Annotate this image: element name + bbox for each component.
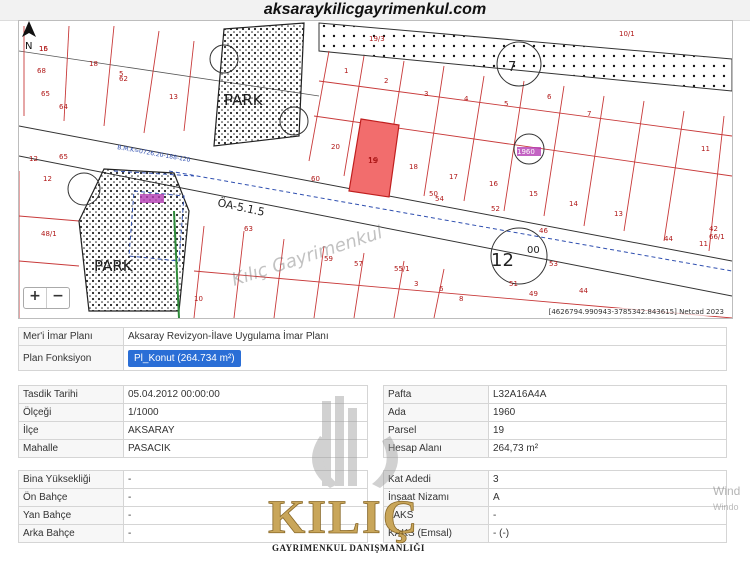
parcel-number-label: 8 xyxy=(459,295,463,303)
building-value: A xyxy=(488,488,727,507)
site-url-text: aksaraykilicgayrimenkul.com xyxy=(263,1,487,18)
top-bar: aksaraykilicgayrimenkul.com xyxy=(0,0,750,21)
detail-value: 19 xyxy=(488,421,727,440)
parcel-number-label: 59 xyxy=(324,255,333,263)
parcel-number-label: 16 xyxy=(489,180,498,188)
detail-label: Tasdik Tarihi xyxy=(18,385,124,404)
detail-label: Ölçeği xyxy=(18,403,124,422)
parcel-number-label: 15 xyxy=(39,45,48,53)
building-label: Ön Bahçe xyxy=(18,488,124,507)
parcel-number-label: 17 xyxy=(449,173,458,181)
kilic-logo: KILIÇ xyxy=(268,396,419,544)
parcel-number-label: 5 xyxy=(119,70,123,78)
detail-label: İlçe xyxy=(18,421,124,440)
detail-label: Mahalle xyxy=(18,439,124,458)
map-view[interactable]: PARK PARK 7 12 00 ÖA-5.1.5 B.M.K=0726.20… xyxy=(18,20,733,319)
table-row: Mer'i İmar Planı Aksaray Revizyon-İlave … xyxy=(18,327,727,346)
parcel-number-label: 65 xyxy=(59,153,68,161)
parcel-number-label: 3 xyxy=(424,90,428,98)
building-label: Arka Bahçe xyxy=(18,524,124,543)
parcel-number-label: 13 xyxy=(169,93,178,101)
parcel-number-label: 65 xyxy=(41,90,50,98)
table-row: Plan Fonksiyon Pl_Konut (264.734 m²) xyxy=(18,345,727,371)
zoom-in-button[interactable]: + xyxy=(24,288,46,308)
parcel-map[interactable]: PARK PARK 7 12 00 ÖA-5.1.5 B.M.K=0726.20… xyxy=(19,21,732,318)
parcel-number-label: 13 xyxy=(614,210,623,218)
building-value: - (-) xyxy=(488,524,727,543)
map-attribution: [4626794.990943-3785342.843615] Netcad 2… xyxy=(546,308,726,316)
north-arrow-icon: N xyxy=(22,21,36,51)
north-label: N xyxy=(25,41,32,51)
parcel-number-label: 54 xyxy=(435,195,444,203)
parcel-number-label: 19 xyxy=(368,157,377,165)
parcel-number-label: 64 xyxy=(59,103,68,111)
parcel-number-label: 14 xyxy=(569,200,578,208)
parcel-number-label: 44 xyxy=(664,235,673,243)
parcel-number-label: 55/1 xyxy=(394,265,410,273)
parcel-number-label: 20 xyxy=(331,143,340,151)
block-number-12: 12 xyxy=(491,250,514,271)
plan-function-label: Plan Fonksiyon xyxy=(18,345,124,371)
parcel-number-label: 10/1 xyxy=(619,30,635,38)
parcel-number-label: 4 xyxy=(464,95,469,103)
building-label: Yan Bahçe xyxy=(18,506,124,525)
zoom-control[interactable]: + − xyxy=(23,287,70,309)
parcel-number-label: 12 xyxy=(29,155,38,163)
parcel-number-label: 42 xyxy=(709,225,718,233)
parcel-number-label: 68 xyxy=(37,67,46,75)
building-label: Bina Yüksekliği xyxy=(18,470,124,489)
parcel-number-label: 2 xyxy=(384,77,388,85)
parcel-number-label: 51 xyxy=(509,280,518,288)
parcel-number-label: 10 xyxy=(194,295,203,303)
parcel-number-label: 11 xyxy=(701,145,710,153)
parcel-number-label: 49 xyxy=(529,290,538,298)
parcel-number-label: 57 xyxy=(354,260,363,268)
block-suffix: 00 xyxy=(527,245,540,256)
parcel-number-label: 18 xyxy=(89,60,98,68)
parcel-number-label: 6 xyxy=(439,285,444,293)
parcel-number-label: 66/1 xyxy=(709,233,725,241)
parcel-number-label: 1 xyxy=(344,67,348,75)
parcel-number-label: 7 xyxy=(587,110,591,118)
windows-activation-watermark-sub: Windo xyxy=(713,502,739,512)
parcel-number-label: 6 xyxy=(547,93,552,101)
parcel-number-label: 18 xyxy=(409,163,418,171)
parcel-number-label: 48/1 xyxy=(41,230,57,238)
park-label-a: PARK xyxy=(224,91,264,109)
parcel-number-label: 46 xyxy=(539,227,548,235)
plan-value: Aksaray Revizyon-İlave Uygulama İmar Pla… xyxy=(123,327,727,346)
building-value: 3 xyxy=(488,470,727,489)
plan-table: Mer'i İmar Planı Aksaray Revizyon-İlave … xyxy=(18,327,727,371)
detail-value: 1960 xyxy=(488,403,727,422)
mini-block-label: 1960 xyxy=(517,148,535,156)
parcel-number-label: 44 xyxy=(579,287,588,295)
windows-activation-watermark: Wind xyxy=(713,484,741,498)
parcel-number-label: 63 xyxy=(244,225,253,233)
detail-value: 264,73 m² xyxy=(488,439,727,458)
parcel-number-label: 15 xyxy=(529,190,538,198)
parcel-number-label: 5 xyxy=(504,100,508,108)
parcel-number-label: 11 xyxy=(699,240,708,248)
parcel-number-label: 19/3 xyxy=(369,35,385,43)
parcel-number-label: 60 xyxy=(311,175,320,183)
plan-label: Mer'i İmar Planı xyxy=(18,327,124,346)
parcel-number-label: 12 xyxy=(43,175,52,183)
park-label-b: PARK xyxy=(94,257,134,275)
zoom-out-button[interactable]: − xyxy=(46,288,69,308)
parcel-number-label: 3 xyxy=(414,280,418,288)
block-number-7: 7 xyxy=(508,60,516,75)
parcel-number-label: 53 xyxy=(549,260,558,268)
logo-wordmark: KILIÇ xyxy=(268,491,419,544)
parcel-number-label: 52 xyxy=(491,205,500,213)
logo-subtitle: GAYRIMENKUL DANIŞMANLIĞI xyxy=(272,543,425,553)
detail-value: L32A16A4A xyxy=(488,385,727,404)
building-value: - xyxy=(488,506,727,525)
plan-function-button[interactable]: Pl_Konut (264.734 m²) xyxy=(128,349,241,367)
